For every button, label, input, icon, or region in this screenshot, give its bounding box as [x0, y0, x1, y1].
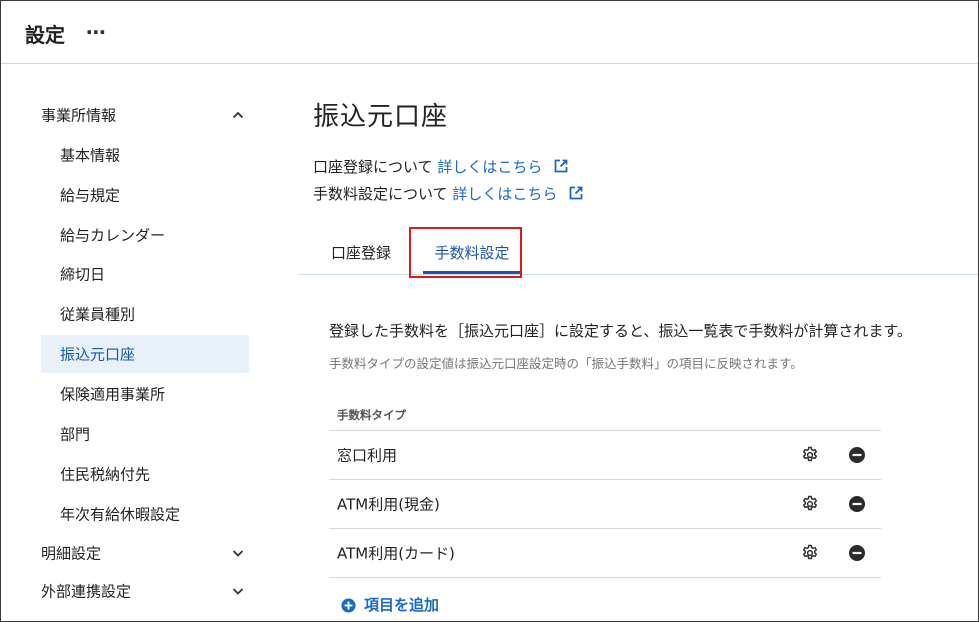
fee-description: 登録した手数料を［振込元口座］に設定すると、振込一覧表で手数料が計算されます。 — [329, 322, 912, 340]
sidebar-group-label: 事業所情報 — [41, 106, 117, 125]
app-title: 設定 — [25, 23, 65, 47]
sidebar-group-integration[interactable]: 外部連携設定 — [41, 573, 249, 609]
tab-account-registration[interactable]: 口座登録 — [299, 228, 423, 274]
sidebar-item-employee-type[interactable]: 従業員種別 — [41, 295, 249, 333]
sidebar-item-label: 基本情報 — [60, 146, 121, 165]
sidebar-item-label: 保険適用事業所 — [60, 385, 166, 404]
fee-type-table: 手数料タイプ 窓口利用 ATM利用(現金) ATM利用(カード) — [329, 399, 881, 578]
page-title: 振込元口座 — [313, 102, 449, 132]
sidebar-item-source-account[interactable]: 振込元口座 — [41, 335, 249, 373]
sidebar-group-label: 外部連携設定 — [41, 582, 132, 601]
tab-fee-settings[interactable]: 手数料設定 — [423, 228, 521, 274]
plus-circle-icon — [341, 598, 356, 613]
fee-info-text: 手数料設定について — [313, 185, 448, 203]
account-details-link[interactable]: 詳しくはこちら — [437, 158, 542, 176]
add-item-button[interactable]: 項目を追加 — [341, 594, 439, 616]
account-info-line: 口座登録について 詳しくはこちら — [313, 156, 569, 177]
gear-icon[interactable] — [801, 446, 819, 464]
sidebar-group-details[interactable]: 明細設定 — [41, 535, 249, 571]
sidebar: 事業所情報 基本情報 給与規定 給与カレンダー 締切日 従業員種別 振込元口座 … — [1, 64, 271, 621]
sidebar-group-label: 明細設定 — [41, 544, 102, 563]
sidebar-item-basic-info[interactable]: 基本情報 — [41, 136, 249, 174]
sidebar-item-closing-date[interactable]: 締切日 — [41, 255, 249, 293]
chevron-down-icon — [232, 550, 244, 557]
sidebar-item-label: 給与規定 — [60, 186, 121, 205]
remove-icon[interactable] — [848, 495, 866, 513]
main-content: 振込元口座 口座登録について 詳しくはこちら 手数料設定について 詳しくはこちら… — [271, 64, 978, 621]
sidebar-item-paid-leave[interactable]: 年次有給休暇設定 — [41, 495, 249, 533]
tab-label: 口座登録 — [330, 244, 392, 262]
sidebar-item-pay-rules[interactable]: 給与規定 — [41, 176, 249, 214]
sidebar-item-pay-calendar[interactable]: 給与カレンダー — [41, 216, 249, 254]
sidebar-item-label: 部門 — [60, 425, 91, 444]
gear-icon[interactable] — [801, 544, 819, 562]
gear-icon[interactable] — [801, 495, 819, 513]
sidebar-item-label: 給与カレンダー — [60, 226, 166, 245]
external-link-icon[interactable] — [568, 185, 584, 201]
sidebar-item-label: 年次有給休暇設定 — [60, 505, 181, 524]
table-row: ATM利用(現金) — [329, 480, 881, 529]
fee-type-name: ATM利用(現金) — [337, 495, 440, 514]
remove-icon[interactable] — [848, 446, 866, 464]
sidebar-item-label: 振込元口座 — [60, 345, 136, 364]
fee-type-name: 窓口利用 — [337, 446, 398, 465]
chevron-down-icon — [232, 588, 244, 595]
sidebar-item-label: 締切日 — [60, 265, 106, 284]
sidebar-item-department[interactable]: 部門 — [41, 415, 249, 453]
chevron-up-icon — [232, 111, 244, 119]
fee-type-name: ATM利用(カード) — [337, 544, 455, 563]
tab-label: 手数料設定 — [434, 244, 510, 262]
fee-info-line: 手数料設定について 詳しくはこちら — [313, 183, 584, 204]
fee-note: 手数料タイプの設定値は振込元口座設定時の「振込手数料」の項目に反映されます。 — [329, 356, 803, 371]
table-row: 窓口利用 — [329, 431, 881, 480]
table-header: 手数料タイプ — [329, 399, 881, 431]
settings-window: 設定 ⋯ 事業所情報 基本情報 給与規定 給与カレンダー 締切日 従業員種別 振… — [0, 0, 979, 622]
sidebar-item-label: 従業員種別 — [60, 305, 136, 324]
table-row: ATM利用(カード) — [329, 529, 881, 578]
account-info-text: 口座登録について — [313, 158, 433, 176]
fee-details-link[interactable]: 詳しくはこちら — [452, 185, 557, 203]
sidebar-item-label: 住民税納付先 — [60, 465, 151, 484]
remove-icon[interactable] — [848, 544, 866, 562]
sidebar-item-insurance-office[interactable]: 保険適用事業所 — [41, 375, 249, 413]
add-item-label: 項目を追加 — [364, 596, 440, 614]
column-header-fee-type: 手数料タイプ — [337, 408, 406, 422]
sidebar-group-office-info[interactable]: 事業所情報 — [41, 97, 249, 133]
more-options-button[interactable]: ⋯ — [83, 17, 109, 47]
sidebar-item-resident-tax[interactable]: 住民税納付先 — [41, 455, 249, 493]
top-bar: 設定 ⋯ — [1, 1, 978, 64]
external-link-icon[interactable] — [553, 158, 569, 174]
tab-bar: 口座登録 手数料設定 — [299, 228, 978, 275]
